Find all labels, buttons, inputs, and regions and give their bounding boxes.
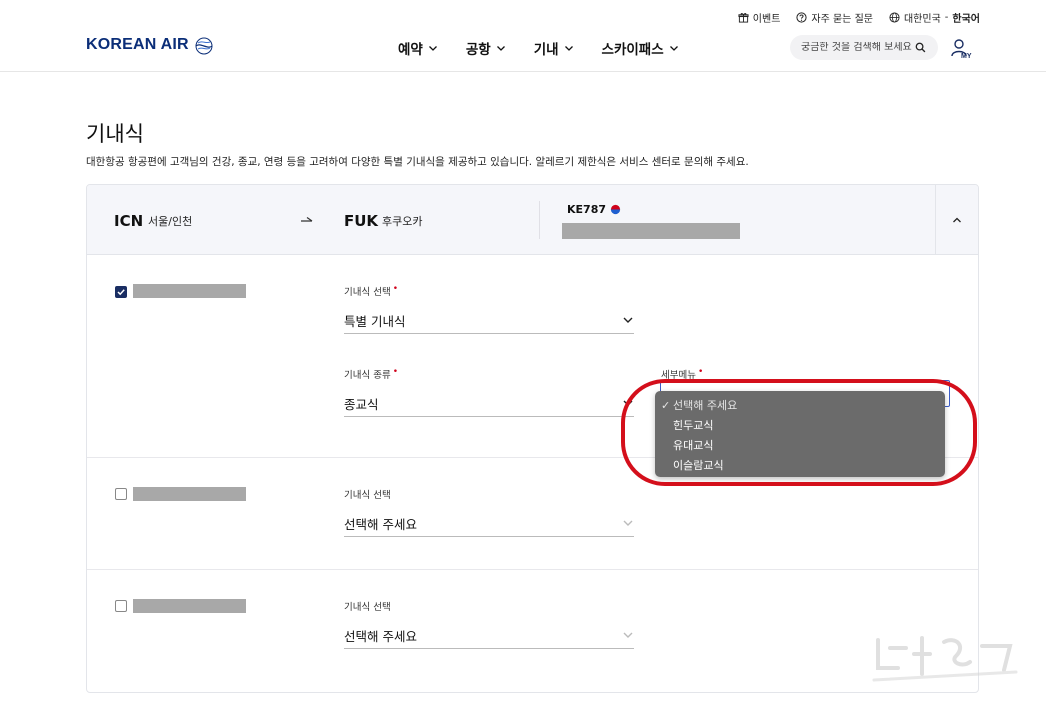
divider bbox=[539, 201, 540, 239]
dropdown-option[interactable]: 유대교식 bbox=[655, 435, 945, 455]
chevron-down-icon bbox=[428, 46, 437, 51]
check-icon: ✓ bbox=[661, 398, 671, 412]
nav-item-inflight[interactable]: 기내 bbox=[534, 38, 574, 58]
nav-item-skypass[interactable]: 스카이패스 bbox=[602, 38, 679, 58]
required-mark: • bbox=[392, 284, 399, 294]
my-account-icon[interactable]: MY bbox=[950, 38, 974, 60]
flight-number: KE787 bbox=[567, 203, 621, 216]
search-box bbox=[790, 35, 938, 60]
redacted-passenger-name bbox=[133, 487, 246, 501]
meal-select[interactable]: 선택해 주세요 bbox=[344, 622, 634, 649]
meal-select-label: 기내식 선택 • bbox=[344, 284, 398, 298]
dropdown-option[interactable]: ✓ 선택해 주세요 bbox=[655, 395, 945, 415]
main-nav: 예약 공항 기내 스카이패스 bbox=[398, 38, 679, 58]
meal-select-value: 선택해 주세요 bbox=[344, 516, 417, 532]
origin-code: ICN bbox=[114, 212, 144, 230]
search-input[interactable] bbox=[801, 42, 913, 53]
nav-label: 공항 bbox=[465, 42, 491, 58]
nav-item-booking[interactable]: 예약 bbox=[398, 38, 438, 58]
meal-select-value: 특별 기내식 bbox=[344, 313, 406, 329]
meal-select-label-text: 기내식 선택 bbox=[344, 287, 391, 299]
chevron-down-icon bbox=[669, 46, 678, 51]
page-description: 대한항공 항공편에 고객님의 건강, 종교, 연령 등을 고려하여 다양한 특별… bbox=[86, 156, 749, 168]
meal-select-label: 기내식 선택 bbox=[344, 602, 391, 613]
required-mark: • bbox=[392, 367, 399, 377]
site-header: KOREAN AIR 예약 공항 기내 스카이패스 MY bbox=[0, 0, 1046, 72]
redacted-passenger-name bbox=[133, 599, 246, 613]
meal-type-select[interactable]: 종교식 bbox=[344, 390, 634, 417]
collapse-toggle[interactable] bbox=[935, 185, 978, 255]
korean-air-logo[interactable]: KOREAN AIR bbox=[86, 34, 215, 56]
meal-select-label: 기내식 선택 bbox=[344, 490, 391, 501]
destination-city: 후쿠오카 bbox=[382, 215, 423, 228]
chevron-down-icon bbox=[564, 46, 573, 51]
meal-select-value: 선택해 주세요 bbox=[344, 628, 417, 644]
dropdown-option[interactable]: 힌두교식 bbox=[655, 415, 945, 435]
passenger-row: 기내식 선택 선택해 주세요 bbox=[87, 570, 978, 692]
search-icon[interactable] bbox=[915, 42, 926, 53]
required-mark: • bbox=[697, 367, 704, 377]
meal-type-label-text: 기내식 종류 bbox=[344, 370, 391, 382]
origin-city: 서울/인천 bbox=[148, 215, 193, 228]
meal-type-label: 기내식 종류 • bbox=[344, 367, 398, 381]
chevron-down-icon bbox=[623, 400, 633, 406]
my-label: MY bbox=[961, 53, 972, 60]
logo-text: KOREAN AIR bbox=[86, 36, 189, 53]
destination-code: FUK bbox=[344, 212, 379, 230]
nav-label: 스카이패스 bbox=[601, 42, 664, 58]
flight-number-text: KE787 bbox=[567, 203, 606, 216]
page-title: 기내식 bbox=[86, 122, 144, 146]
chevron-up-icon bbox=[953, 217, 961, 223]
meal-select[interactable]: 특별 기내식 bbox=[344, 307, 634, 334]
sub-menu-dropdown: ✓ 선택해 주세요 힌두교식 유대교식 이슬람교식 bbox=[655, 391, 945, 477]
chevron-down-icon bbox=[623, 632, 633, 638]
redacted-flight-info bbox=[562, 223, 740, 239]
blog-watermark bbox=[872, 636, 1018, 682]
meal-type-value: 종교식 bbox=[344, 396, 379, 412]
passenger-checkbox[interactable] bbox=[115, 600, 127, 612]
korean-air-mini-logo-icon bbox=[610, 204, 621, 215]
plane-arrow-icon bbox=[301, 217, 313, 222]
flight-segment-header: ICN 서울/인천 FUK 후쿠오카 KE787 bbox=[87, 185, 978, 255]
option-label: 선택해 주세요 bbox=[673, 399, 738, 412]
passenger-checkbox[interactable] bbox=[115, 488, 127, 500]
dropdown-option[interactable]: 이슬람교식 bbox=[655, 455, 945, 475]
chevron-down-icon bbox=[623, 520, 633, 526]
nav-label: 예약 bbox=[398, 42, 423, 58]
nav-label: 기내 bbox=[533, 42, 559, 58]
taeguk-emblem-icon bbox=[195, 37, 213, 55]
meal-select[interactable]: 선택해 주세요 bbox=[344, 510, 634, 537]
redacted-passenger-name bbox=[133, 284, 246, 298]
check-icon bbox=[117, 289, 125, 296]
nav-item-airport[interactable]: 공항 bbox=[466, 38, 506, 58]
chevron-down-icon bbox=[623, 317, 633, 323]
chevron-down-icon bbox=[496, 46, 505, 51]
passenger-checkbox[interactable] bbox=[115, 286, 127, 298]
